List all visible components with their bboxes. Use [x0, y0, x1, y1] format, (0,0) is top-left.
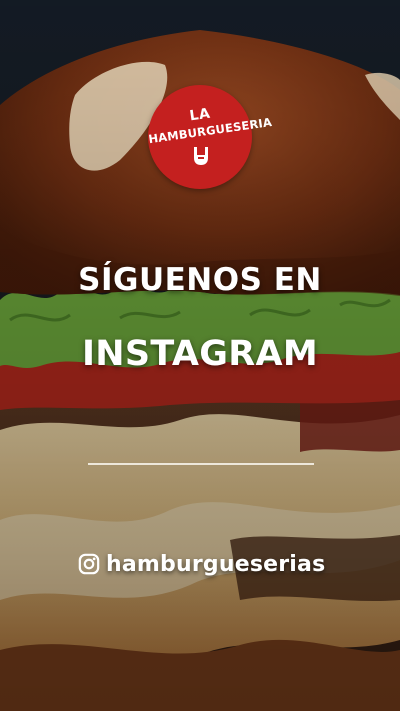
instagram-handle-text: hamburgueserias [106, 551, 326, 577]
headline-follow-us: SÍGUENOS EN [78, 262, 322, 298]
instagram-handle-link[interactable]: hamburgueserias [78, 549, 325, 579]
divider-line [88, 463, 314, 465]
promo-poster: LA HAMBURGUESERIA SÍGUENOS EN INSTAGRAM … [0, 0, 400, 711]
headline-instagram: INSTAGRAM [81, 334, 319, 374]
brand-logo: LA HAMBURGUESERIA [148, 85, 273, 189]
rock-hand-icon [194, 147, 208, 165]
instagram-icon [78, 553, 100, 575]
